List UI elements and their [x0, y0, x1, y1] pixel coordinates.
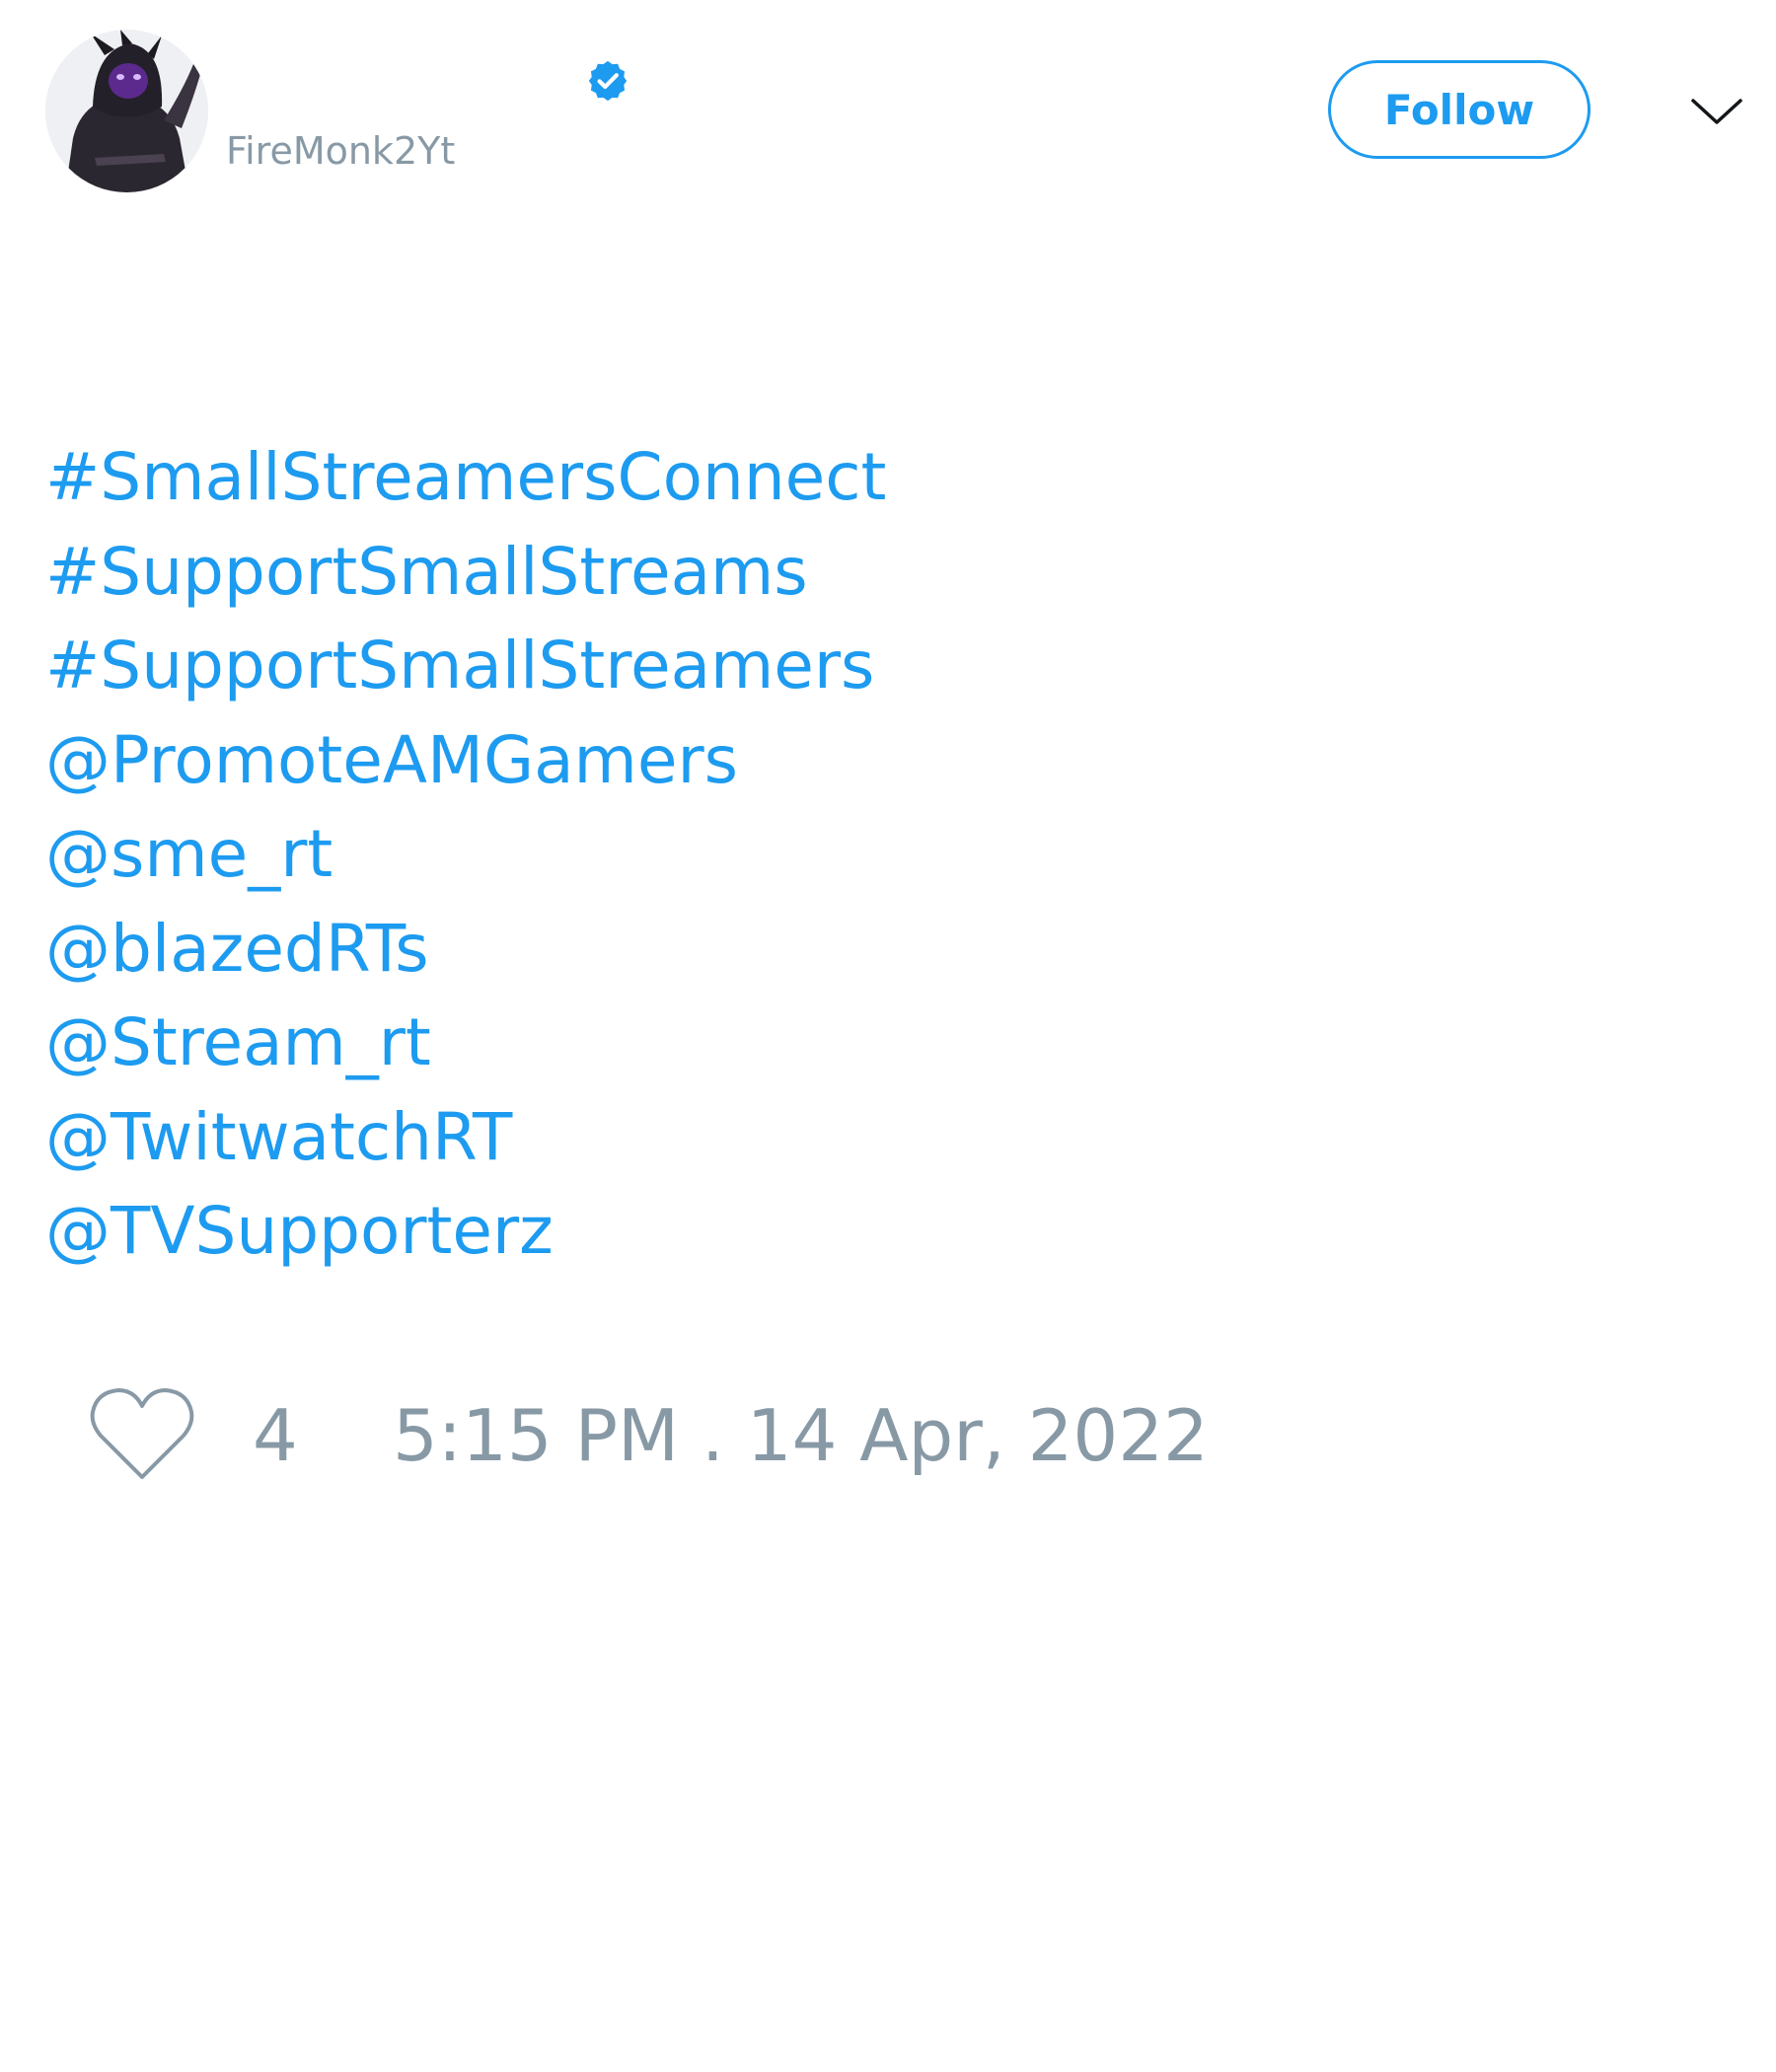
tweet-mention[interactable]: @TVSupporterz [45, 1184, 886, 1279]
mention-link[interactable]: @TVSupporterz [45, 1193, 554, 1269]
tweet-card: FireMonk2Yt Follow #SmallStreamersConnec… [0, 0, 1776, 2072]
tweet-timestamp[interactable]: 5:15 PM . 14 Apr, 2022 [393, 1396, 1209, 1475]
follow-button[interactable]: Follow [1328, 60, 1591, 159]
mention-link[interactable]: @Stream_rt [45, 1004, 431, 1080]
tweet-mention[interactable]: @PromoteAMGamers [45, 713, 886, 808]
tweet-hashtag[interactable]: #SupportSmallStreamers [45, 619, 886, 713]
verified-badge-icon [588, 60, 628, 102]
mention-link[interactable]: @sme_rt [45, 816, 333, 892]
hashtag-link[interactable]: #SupportSmallStreamers [45, 628, 874, 703]
hooded-character-avatar-image [45, 30, 208, 192]
like-count: 4 [253, 1394, 298, 1477]
mention-link[interactable]: @PromoteAMGamers [45, 722, 738, 798]
tweet-mention[interactable]: @TwitwatchRT [45, 1090, 886, 1185]
mention-link[interactable]: @TwitwatchRT [45, 1099, 512, 1175]
author-handle[interactable]: FireMonk2Yt [226, 128, 455, 174]
tweet-mention[interactable]: @sme_rt [45, 807, 886, 902]
tweet-hashtag[interactable]: #SupportSmallStreams [45, 525, 886, 620]
hashtag-link[interactable]: #SupportSmallStreams [45, 534, 808, 610]
chevron-down-icon[interactable] [1687, 89, 1746, 132]
tweet-hashtag[interactable]: #SmallStreamersConnect [45, 430, 886, 525]
tweet-mention[interactable]: @blazedRTs [45, 902, 886, 997]
mention-link[interactable]: @blazedRTs [45, 911, 429, 987]
hashtag-link[interactable]: #SmallStreamersConnect [45, 439, 886, 515]
author-avatar[interactable] [45, 30, 208, 192]
heart-outline-icon[interactable] [89, 1386, 195, 1483]
tweet-mention[interactable]: @Stream_rt [45, 996, 886, 1090]
tweet-text: #SmallStreamersConnect #SupportSmallStre… [45, 430, 886, 1279]
